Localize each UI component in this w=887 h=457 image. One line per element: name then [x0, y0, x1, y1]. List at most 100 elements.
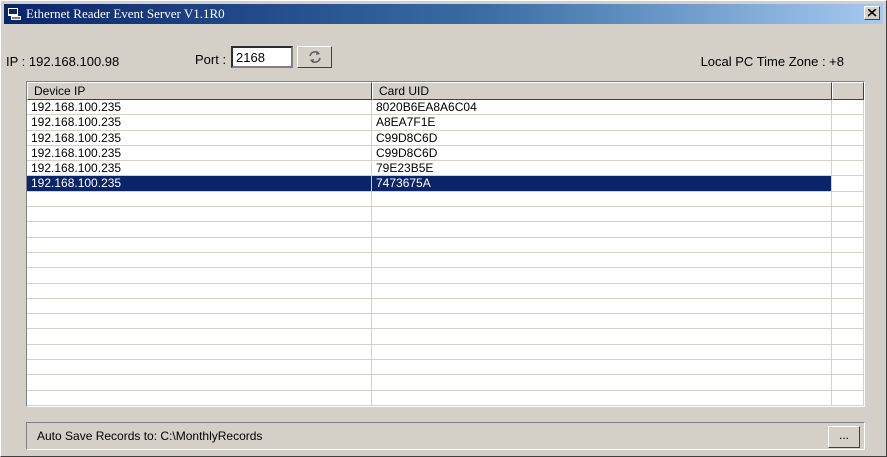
card-uid-cell: 79E23B5E	[372, 161, 832, 176]
ip-address-label: IP : 192.168.100.98	[6, 54, 120, 69]
table-row[interactable]: 192.168.100.235 C99D8C6D	[27, 145, 864, 162]
device-ip-cell	[27, 252, 372, 268]
card-uid-cell: 8020B6EA8A6C04	[372, 100, 832, 115]
filler-cell	[832, 314, 864, 329]
column-header-device-ip[interactable]: Device IP	[27, 82, 372, 100]
device-ip-cell: 192.168.100.235	[27, 115, 372, 130]
filler-cell	[832, 207, 864, 222]
filler-cell	[832, 161, 864, 176]
table-row[interactable]: 192.168.100.235 7473675A	[27, 176, 864, 192]
table-row[interactable]	[27, 237, 864, 253]
title-bar[interactable]: Ethernet Reader Event Server V1.1R0	[4, 4, 883, 24]
table-row[interactable]	[27, 360, 864, 376]
filler-cell	[832, 100, 864, 115]
filler-cell	[832, 176, 864, 191]
port-label: Port :	[195, 52, 227, 67]
filler-cell	[832, 375, 864, 390]
card-uid-cell: C99D8C6D	[372, 130, 832, 145]
filler-cell	[832, 252, 864, 268]
filler-cell	[832, 283, 864, 298]
filler-cell	[832, 145, 864, 161]
filler-cell	[832, 115, 864, 130]
filler-cell	[832, 130, 864, 145]
card-uid-cell	[372, 237, 832, 252]
table-row[interactable]: 192.168.100.235 8020B6EA8A6C04	[27, 100, 864, 116]
filler-cell	[832, 191, 864, 207]
table-row[interactable]: 192.168.100.235 C99D8C6D	[27, 130, 864, 146]
device-ip-cell: 192.168.100.235	[27, 100, 372, 115]
refresh-button[interactable]	[297, 46, 332, 68]
table-row[interactable]	[27, 207, 864, 223]
device-ip-cell: 192.168.100.235	[27, 161, 372, 176]
table-row[interactable]	[27, 344, 864, 361]
list-rows: 192.168.100.235 8020B6EA8A6C04 192.168.100…	[27, 100, 864, 406]
device-ip-cell	[27, 283, 372, 298]
card-uid-cell	[372, 191, 832, 207]
card-uid-cell	[372, 344, 832, 360]
device-ip-cell	[27, 375, 372, 390]
browse-button[interactable]: ...	[828, 426, 860, 448]
device-ip-cell	[27, 298, 372, 314]
card-uid-cell	[372, 207, 832, 222]
card-uid-cell: 7473675A	[372, 176, 832, 191]
records-list[interactable]: Device IP Card UID 192.168.100.235 8020B6…	[26, 81, 865, 407]
device-ip-cell	[27, 344, 372, 360]
card-uid-cell	[372, 314, 832, 329]
table-row[interactable]: 192.168.100.235 79E23B5E	[27, 161, 864, 177]
device-ip-cell	[27, 191, 372, 207]
card-uid-cell	[372, 360, 832, 375]
filler-cell	[832, 329, 864, 344]
table-row[interactable]	[27, 252, 864, 269]
card-uid-cell	[372, 375, 832, 390]
main-window: Ethernet Reader Event Server V1.1R0 IP :…	[0, 0, 887, 457]
timezone-label: Local PC Time Zone : +8	[700, 54, 844, 69]
device-ip-cell: 192.168.100.235	[27, 130, 372, 145]
card-uid-cell	[372, 298, 832, 314]
card-uid-cell: A8EA7F1E	[372, 115, 832, 130]
card-uid-cell	[372, 329, 832, 344]
table-row[interactable]: 192.168.100.235 A8EA7F1E	[27, 115, 864, 131]
device-ip-cell	[27, 329, 372, 344]
table-row[interactable]	[27, 191, 864, 208]
app-icon	[8, 8, 22, 20]
filler-cell	[832, 344, 864, 360]
table-row[interactable]	[27, 283, 864, 299]
table-row[interactable]	[27, 222, 864, 238]
device-ip-cell	[27, 314, 372, 329]
device-ip-cell	[27, 222, 372, 237]
filler-cell	[832, 390, 864, 405]
card-uid-cell	[372, 283, 832, 298]
filler-cell	[832, 237, 864, 252]
filler-cell	[832, 360, 864, 375]
port-input[interactable]	[231, 46, 293, 68]
list-header: Device IP Card UID	[27, 82, 864, 100]
card-uid-cell	[372, 252, 832, 268]
filler-cell	[832, 268, 864, 283]
device-ip-cell: 192.168.100.235	[27, 176, 372, 191]
device-ip-cell	[27, 390, 372, 405]
card-uid-cell	[372, 268, 832, 283]
table-row[interactable]	[27, 390, 864, 406]
window-title: Ethernet Reader Event Server V1.1R0	[26, 6, 225, 21]
device-ip-cell	[27, 237, 372, 252]
table-row[interactable]	[27, 329, 864, 345]
device-ip-cell	[27, 207, 372, 222]
filler-cell	[832, 222, 864, 237]
device-ip-cell: 192.168.100.235	[27, 145, 372, 161]
card-uid-cell	[372, 222, 832, 237]
device-ip-cell	[27, 268, 372, 283]
table-row[interactable]	[27, 314, 864, 330]
table-row[interactable]	[27, 268, 864, 284]
filler-cell	[832, 298, 864, 314]
autosave-path-label: Auto Save Records to: C:\MonthlyRecords	[37, 429, 263, 443]
column-header-filler	[832, 82, 864, 100]
table-row[interactable]	[27, 375, 864, 391]
card-uid-cell: C99D8C6D	[372, 145, 832, 161]
autosave-bar: Auto Save Records to: C:\MonthlyRecords …	[26, 422, 865, 450]
column-header-card-uid[interactable]: Card UID	[372, 82, 832, 100]
close-button[interactable]	[864, 6, 880, 20]
table-row[interactable]	[27, 298, 864, 315]
close-icon	[868, 9, 877, 17]
card-uid-cell	[372, 390, 832, 405]
refresh-icon	[309, 51, 321, 63]
